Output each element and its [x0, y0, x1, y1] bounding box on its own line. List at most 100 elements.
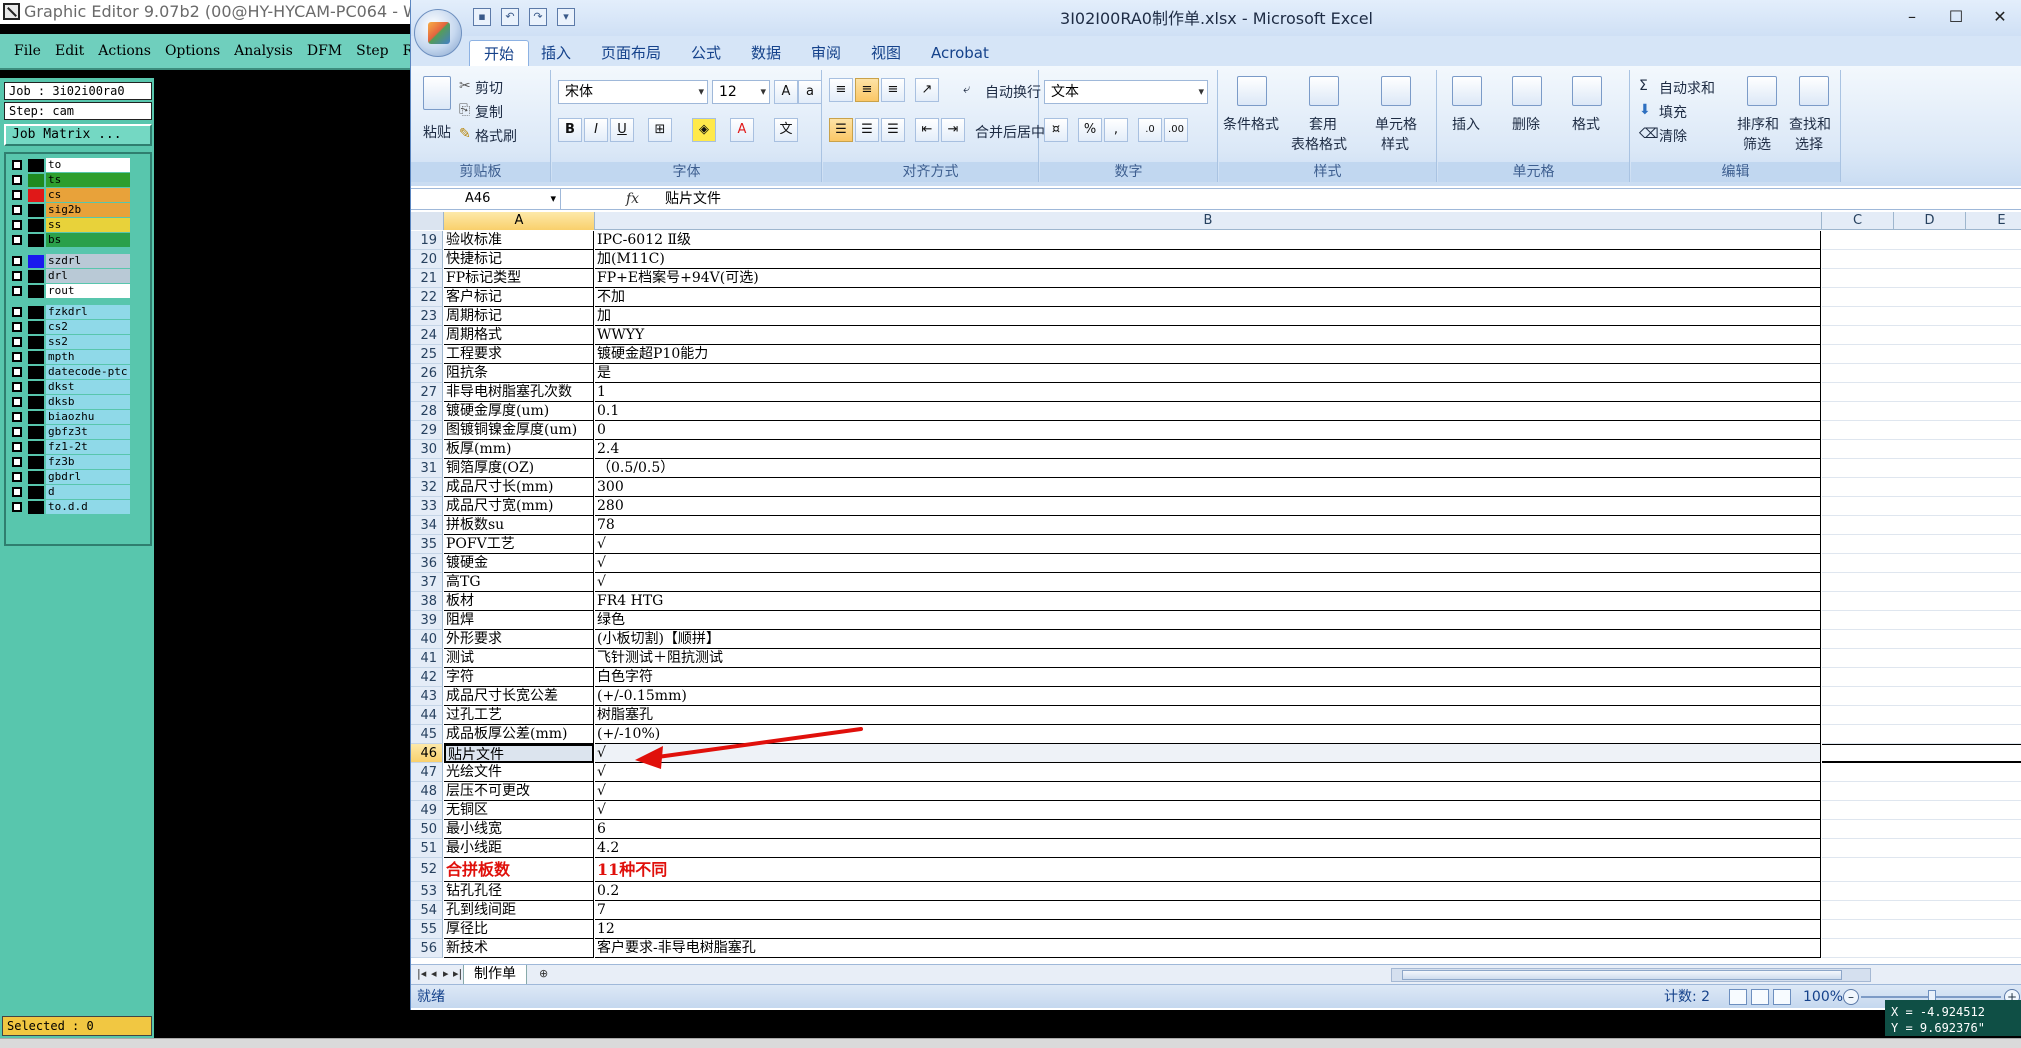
fill-color-icon[interactable]: ◈ — [692, 118, 716, 142]
layer-name[interactable]: ss — [46, 218, 130, 232]
format-painter-button[interactable]: 格式刷 — [475, 126, 517, 146]
cell-a[interactable]: 成品尺寸宽(mm) — [444, 497, 594, 516]
layer-row-gbdrl[interactable]: gbdrl — [8, 470, 150, 485]
tab-home[interactable]: 开始 — [469, 40, 530, 66]
cell-b[interactable]: 不加 — [595, 288, 1821, 307]
sort-filter-button-line2[interactable]: 筛选 — [1743, 134, 1771, 154]
cell-b[interactable]: 绿色 — [595, 611, 1821, 630]
number-format-combo[interactable]: 文本 — [1044, 80, 1208, 104]
font-name-combo[interactable]: 宋体 — [558, 80, 708, 104]
italic-icon[interactable]: I — [584, 118, 608, 142]
cell-a[interactable]: 镀硬金 — [444, 554, 594, 573]
layer-name[interactable]: datecode-ptc — [46, 365, 130, 379]
cut-button[interactable]: 剪切 — [475, 78, 503, 98]
cell-c[interactable] — [1822, 364, 2021, 383]
cell-a[interactable]: 板材 — [444, 592, 594, 611]
layer-checkbox[interactable] — [12, 397, 22, 407]
cell-c[interactable] — [1822, 554, 2021, 573]
cell-a[interactable]: 光绘文件 — [444, 763, 594, 782]
format-as-table-button-line2[interactable]: 表格格式 — [1291, 134, 1347, 154]
format-as-table-button[interactable]: 套用 — [1309, 114, 1337, 134]
cell-a[interactable]: 图镀铜镍金厚度(um) — [444, 421, 594, 440]
layer-row-fzkdrl[interactable]: fzkdrl — [8, 305, 150, 320]
cell-styles-button[interactable]: 单元格 — [1375, 114, 1417, 134]
decrease-indent-icon[interactable]: ⇤ — [915, 118, 939, 142]
cell-b[interactable]: 镀硬金超P10能力 — [595, 345, 1821, 364]
cell-c[interactable] — [1822, 611, 2021, 630]
row-header[interactable]: 33 — [411, 497, 443, 516]
fill-button[interactable]: 填充 — [1659, 102, 1687, 122]
horizontal-scroll-thumb[interactable] — [1402, 970, 1842, 980]
percent-icon[interactable]: % — [1078, 118, 1102, 142]
row-header[interactable]: 22 — [411, 288, 443, 307]
cell-c[interactable] — [1822, 763, 2021, 782]
cell-b[interactable]: 12 — [595, 920, 1821, 939]
cell-b[interactable]: IPC-6012 Ⅱ级 — [595, 231, 1821, 250]
cell-c[interactable] — [1822, 920, 2021, 939]
cell-c[interactable] — [1822, 573, 2021, 592]
tab-data[interactable]: 数据 — [751, 40, 781, 66]
last-sheet-icon[interactable]: ▸| — [453, 967, 462, 980]
layer-checkbox[interactable] — [12, 256, 22, 266]
cell-a[interactable]: 合拼板数 — [444, 858, 594, 882]
row-header[interactable]: 30 — [411, 440, 443, 459]
comma-icon[interactable]: , — [1104, 118, 1128, 142]
cell-a[interactable]: 铜箔厚度(OZ) — [444, 459, 594, 478]
merge-center-button[interactable]: 合并后居中 — [975, 122, 1045, 142]
cell-b[interactable]: 0.1 — [595, 402, 1821, 421]
cell-c[interactable] — [1822, 706, 2021, 725]
cell-b[interactable]: 11种不同 — [595, 858, 1821, 882]
close-icon[interactable]: ✕ — [1978, 0, 2021, 34]
row-header[interactable]: 53 — [411, 882, 443, 901]
align-bottom-icon[interactable]: ≡ — [881, 78, 905, 102]
layer-name[interactable]: ss2 — [46, 335, 130, 349]
cell-a[interactable]: FP标记类型 — [444, 269, 594, 288]
shrink-font-icon[interactable]: a — [798, 80, 822, 104]
cell-b[interactable]: (+/-10%) — [595, 725, 1821, 744]
format-cells-icon[interactable] — [1572, 76, 1602, 106]
cell-a[interactable]: 最小线宽 — [444, 820, 594, 839]
cell-styles-button-line2[interactable]: 样式 — [1381, 134, 1409, 154]
first-sheet-icon[interactable]: |◂ — [417, 967, 426, 980]
layer-checkbox[interactable] — [12, 307, 22, 317]
cell-a[interactable]: 孔到线间距 — [444, 901, 594, 920]
cell-b[interactable]: (+/-0.15mm) — [595, 687, 1821, 706]
align-top-icon[interactable]: ≡ — [829, 78, 853, 102]
row-header[interactable]: 23 — [411, 307, 443, 326]
cell-b[interactable]: √ — [595, 535, 1821, 554]
row-header[interactable]: 25 — [411, 345, 443, 364]
font-color-icon[interactable]: A — [730, 118, 754, 142]
layer-row-szdrl[interactable]: szdrl — [8, 254, 150, 269]
increase-indent-icon[interactable]: ⇥ — [941, 118, 965, 142]
grow-font-icon[interactable]: A — [774, 80, 798, 104]
cell-b[interactable]: 是 — [595, 364, 1821, 383]
cell-styles-icon[interactable] — [1381, 76, 1411, 106]
cell-a[interactable]: 阻抗条 — [444, 364, 594, 383]
row-header[interactable]: 48 — [411, 782, 443, 801]
layer-row-cs[interactable]: cs — [8, 188, 150, 203]
cell-b[interactable]: FP+E档案号+94V(可选) — [595, 269, 1821, 288]
cell-c[interactable] — [1822, 345, 2021, 364]
phonetic-icon[interactable]: 文 — [774, 118, 798, 142]
cell-c[interactable] — [1822, 939, 2021, 958]
layer-name[interactable]: ts — [46, 173, 130, 187]
layer-row-drl[interactable]: drl — [8, 269, 150, 284]
cell-c[interactable] — [1822, 630, 2021, 649]
cell-c[interactable] — [1822, 250, 2021, 269]
cell-a[interactable]: 厚径比 — [444, 920, 594, 939]
column-header-b[interactable]: B — [595, 212, 1822, 230]
cell-c[interactable] — [1822, 307, 2021, 326]
cell-a[interactable]: 钻孔孔径 — [444, 882, 594, 901]
row-header[interactable]: 32 — [411, 478, 443, 497]
layer-name[interactable]: bs — [46, 233, 130, 247]
row-header[interactable]: 34 — [411, 516, 443, 535]
layer-checkbox[interactable] — [12, 352, 22, 362]
layer-checkbox[interactable] — [12, 487, 22, 497]
cell-c[interactable] — [1822, 231, 2021, 250]
menu-file[interactable]: File — [14, 43, 41, 59]
cell-c[interactable] — [1822, 592, 2021, 611]
cell-b[interactable]: 1 — [595, 383, 1821, 402]
layer-checkbox[interactable] — [12, 160, 22, 170]
format-as-table-icon[interactable] — [1309, 76, 1339, 106]
paste-button[interactable]: 粘贴 — [423, 122, 451, 142]
